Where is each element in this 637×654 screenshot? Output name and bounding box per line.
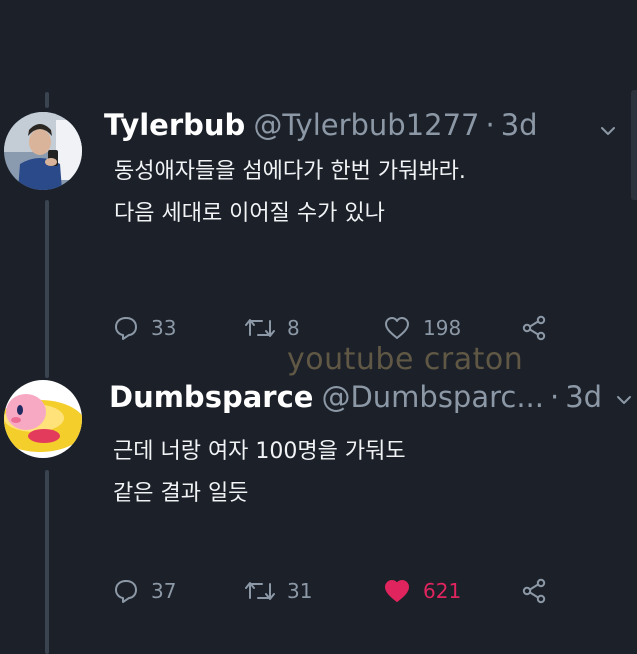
avatar[interactable] (4, 380, 82, 458)
reply-count: 37 (151, 579, 177, 603)
retweet-count: 8 (287, 316, 300, 340)
retweet-button[interactable]: 31 (245, 578, 312, 604)
tweet-text-line: 같은 결과 일듯 (113, 481, 249, 506)
tweet-text-line: 동성애자들을 섬에다가 한번 가둬봐라. (114, 159, 466, 184)
like-count: 621 (423, 579, 462, 603)
watermark: youtube craton (287, 342, 524, 377)
timestamp[interactable]: 3d (565, 380, 602, 414)
user-handle[interactable]: @Dumbsparc... (321, 380, 544, 414)
share-icon (521, 578, 547, 604)
next-tweet-edge (631, 90, 637, 200)
thread-line-bottom (45, 470, 49, 654)
retweet-button[interactable]: 8 (245, 315, 300, 341)
tweet-text: 근데 너랑 여자 100명을 가둬도 같은 결과 일듯 (113, 431, 406, 515)
thread-line-top (45, 92, 49, 108)
reply-button[interactable]: 33 (113, 315, 176, 341)
tweet-text: 동성애자들을 섬에다가 한번 가둬봐라. 다음 세대로 이어질 수가 있나 (114, 151, 466, 235)
reply-button[interactable]: 37 (113, 578, 176, 604)
tweet-actions: 37 31 621 (113, 578, 553, 608)
reply-icon (113, 315, 139, 341)
reply-count: 33 (151, 316, 177, 340)
like-button[interactable]: 621 (383, 578, 461, 604)
avatar[interactable] (4, 112, 82, 190)
retweet-count: 31 (287, 579, 313, 603)
like-button[interactable]: 198 (383, 315, 461, 341)
retweet-icon (245, 578, 275, 604)
like-icon (383, 315, 411, 341)
like-icon (383, 578, 411, 604)
separator-dot: · (485, 108, 495, 142)
user-handle[interactable]: @Tylerbub1277 (253, 108, 479, 142)
share-button[interactable] (521, 315, 547, 341)
timestamp[interactable]: 3d (501, 108, 538, 142)
tweet-text-line: 근데 너랑 여자 100명을 가둬도 (113, 439, 406, 464)
share-icon (521, 315, 547, 341)
like-count: 198 (423, 316, 462, 340)
retweet-icon (245, 315, 275, 341)
chevron-down-icon[interactable] (613, 389, 635, 411)
chevron-down-icon[interactable] (597, 120, 619, 142)
reply-icon (113, 578, 139, 604)
tweet-header: Tylerbub @Tylerbub1277 · 3d (104, 108, 538, 142)
tweet-header: Dumbsparce @Dumbsparc... · 3d (109, 380, 602, 414)
separator-dot: · (550, 380, 560, 414)
thread-line-middle (45, 200, 49, 378)
tweet-text-line: 다음 세대로 이어질 수가 있나 (114, 201, 385, 226)
share-button[interactable] (521, 578, 547, 604)
tweet-actions: 33 8 198 (113, 315, 553, 345)
display-name[interactable]: Tylerbub (104, 108, 245, 142)
display-name[interactable]: Dumbsparce (109, 380, 313, 414)
